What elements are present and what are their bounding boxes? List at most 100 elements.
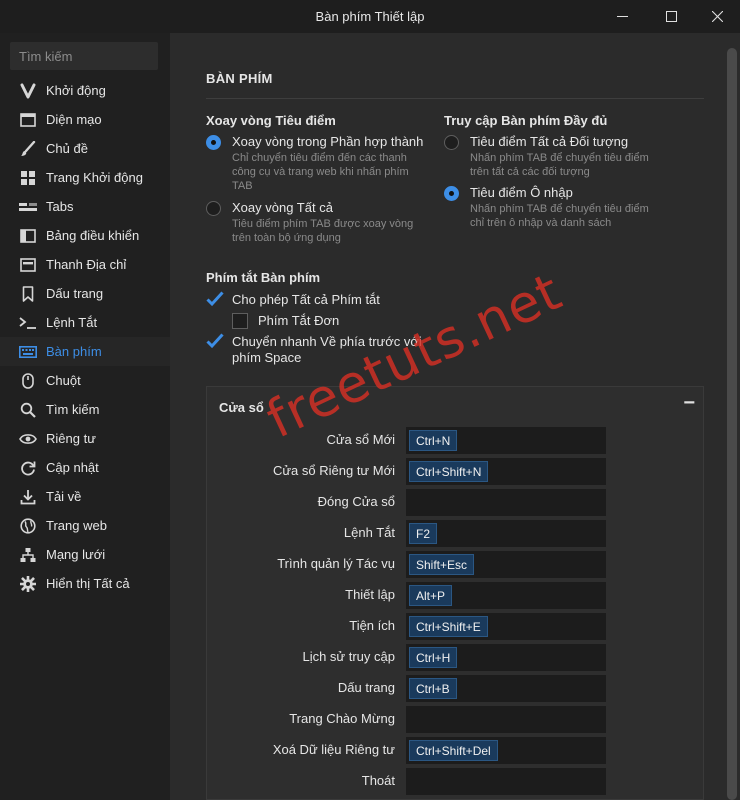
- search-input[interactable]: Tìm kiếm: [10, 42, 158, 70]
- close-icon: [711, 11, 723, 22]
- sidebar-item-updates[interactable]: Cập nhật: [0, 453, 170, 482]
- sidebar-item-label: Bàn phím: [46, 344, 102, 359]
- shortcut-field[interactable]: [406, 489, 606, 516]
- sidebar-item-webpages[interactable]: Trang web: [0, 511, 170, 540]
- sidebar-item-label: Tải về: [46, 489, 82, 504]
- collapse-button[interactable]: −: [683, 392, 695, 415]
- sidebar-item-label: Dấu trang: [46, 286, 104, 301]
- sidebar-item-mouse[interactable]: Chuột: [0, 366, 170, 395]
- divider: [206, 98, 704, 99]
- shortcut-chip[interactable]: Ctrl+H: [409, 647, 458, 668]
- radio-button[interactable]: [206, 201, 221, 216]
- vivaldi-icon: [18, 82, 38, 100]
- shortcut-chip[interactable]: Ctrl+Shift+Del: [409, 740, 498, 761]
- shortcut-label: Trình quản lý Tác vụ: [277, 556, 395, 571]
- globe-icon: [18, 517, 38, 535]
- brush-icon: [18, 140, 38, 158]
- shortcut-field[interactable]: Ctrl+Shift+E: [406, 613, 606, 640]
- shortcut-field[interactable]: [406, 768, 606, 795]
- sidebar-item-label: Cập nhật: [46, 460, 99, 475]
- shortcut-field[interactable]: [406, 706, 606, 733]
- shortcut-chip[interactable]: Ctrl+N: [409, 430, 458, 451]
- radio-cycle-composition[interactable]: Xoay vòng trong Phần hợp thành Chỉ chuyể…: [206, 134, 436, 192]
- sidebar-item-network[interactable]: Mạng lưới: [0, 540, 170, 569]
- sidebar-item-address-bar[interactable]: Thanh Địa chỉ: [0, 250, 170, 279]
- shortcut-row-bookmarks: Dấu trang Ctrl+B: [207, 675, 705, 702]
- shortcut-label: Lịch sử truy cập: [302, 649, 395, 664]
- sidebar-item-themes[interactable]: Chủ đề: [0, 134, 170, 163]
- network-icon: [18, 546, 38, 564]
- scrollbar[interactable]: [724, 33, 740, 800]
- sidebar-item-label: Khởi động: [46, 83, 106, 98]
- sidebar-item-bookmarks[interactable]: Dấu trang: [0, 279, 170, 308]
- sidebar-item-quick-commands[interactable]: Lệnh Tắt: [0, 308, 170, 337]
- sidebar-item-label: Bảng điều khiển: [46, 228, 140, 243]
- sidebar-item-panels[interactable]: Bảng điều khiển: [0, 221, 170, 250]
- window-icon: [18, 111, 38, 129]
- sidebar-item-downloads[interactable]: Tải về: [0, 482, 170, 511]
- shortcut-field[interactable]: Ctrl+N: [406, 427, 606, 454]
- single-key-shortcuts-checkbox[interactable]: [232, 313, 248, 329]
- scrollbar-thumb[interactable]: [727, 48, 737, 800]
- desc-line: Tiêu điểm phím TAB được xoay vòng: [232, 218, 414, 230]
- desc-line: TAB: [232, 180, 253, 192]
- shortcut-row-settings: Thiết lập Alt+P: [207, 582, 705, 609]
- shortcut-field[interactable]: F2: [406, 520, 606, 547]
- title-bar: Bàn phím Thiết lập: [0, 0, 740, 33]
- sidebar-item-start-page[interactable]: Trang Khởi động: [0, 163, 170, 192]
- checkmark-icon: [206, 333, 224, 349]
- sidebar-item-label: Chủ đề: [46, 141, 88, 156]
- sidebar-item-label: Trang Khởi động: [46, 170, 143, 185]
- radio-button[interactable]: [206, 135, 221, 150]
- shortcut-chip[interactable]: Ctrl+Shift+E: [409, 616, 488, 637]
- space-fast-forward-checkbox[interactable]: [206, 333, 224, 349]
- shortcut-label: Thoát: [361, 773, 395, 788]
- single-key-shortcuts-label: Phím Tắt Đơn: [258, 313, 340, 328]
- sidebar-item-keyboard[interactable]: Bàn phím: [0, 337, 170, 366]
- shortcut-label: Cửa sổ Mới: [326, 432, 395, 447]
- shortcut-field[interactable]: Alt+P: [406, 582, 606, 609]
- radio-button[interactable]: [444, 135, 459, 150]
- maximize-icon: [665, 11, 677, 22]
- maximize-button[interactable]: [648, 0, 694, 33]
- allow-all-shortcuts-checkbox[interactable]: [206, 291, 224, 307]
- shortcut-chip[interactable]: Alt+P: [409, 585, 453, 606]
- eye-icon: [18, 430, 38, 448]
- shortcut-chip[interactable]: F2: [409, 523, 438, 544]
- desc-line: công cụ và trang web khi nhấn phím: [232, 166, 409, 178]
- sidebar-item-startup[interactable]: Khởi động: [0, 76, 170, 105]
- sidebar-item-privacy[interactable]: Riêng tư: [0, 424, 170, 453]
- shortcut-field[interactable]: Ctrl+B: [406, 675, 606, 702]
- sidebar-item-label: Hiển thị Tất cả: [46, 576, 130, 591]
- shortcut-field[interactable]: Shift+Esc: [406, 551, 606, 578]
- option-label: Xoay vòng Tất cả: [232, 200, 333, 215]
- sidebar-item-tabs[interactable]: Tabs: [0, 192, 170, 221]
- sidebar-item-appearance[interactable]: Diện mạo: [0, 105, 170, 134]
- sidebar-item-show-all[interactable]: Hiển thị Tất cả: [0, 569, 170, 598]
- radio-cycle-all[interactable]: Xoay vòng Tất cả Tiêu điểm phím TAB được…: [206, 200, 436, 246]
- close-button[interactable]: [694, 0, 740, 33]
- settings-content: BÀN PHÍM Xoay vòng Tiêu điểm Xoay vòng t…: [170, 33, 724, 800]
- desc-line: trên toàn bộ ứng dụng: [232, 232, 341, 244]
- option-description: Nhấn phím TAB để chuyển tiêu điểm trên t…: [470, 151, 649, 179]
- shortcut-field[interactable]: Ctrl+Shift+Del: [406, 737, 606, 764]
- sidebar-item-search[interactable]: Tìm kiếm: [0, 395, 170, 424]
- radio-button[interactable]: [444, 186, 459, 201]
- shortcut-chip[interactable]: Ctrl+Shift+N: [409, 461, 489, 482]
- shortcut-label: Xoá Dữ liệu Riêng tư: [272, 742, 395, 757]
- shortcut-chip[interactable]: Shift+Esc: [409, 554, 475, 575]
- shortcut-label: Đóng Cửa sổ: [317, 494, 395, 509]
- option-label: Tiêu điểm Tất cả Đối tượng: [470, 134, 629, 149]
- option-description: Nhấn phím TAB để chuyển tiêu điểm chỉ tr…: [470, 202, 649, 230]
- radio-focus-all-objects[interactable]: Tiêu điểm Tất cả Đối tượng Nhấn phím TAB…: [444, 134, 674, 180]
- desc-line: Chỉ chuyển tiêu điểm đến các thanh: [232, 152, 407, 164]
- minimize-button[interactable]: [599, 0, 645, 33]
- shortcut-row-clear-private-data: Xoá Dữ liệu Riêng tư Ctrl+Shift+Del: [207, 737, 705, 764]
- radio-focus-inputs[interactable]: Tiêu điểm Ô nhập Nhấn phím TAB để chuyển…: [444, 185, 674, 231]
- shortcut-field[interactable]: Ctrl+H: [406, 644, 606, 671]
- shortcut-field[interactable]: Ctrl+Shift+N: [406, 458, 606, 485]
- sidebar-item-label: Riêng tư: [46, 431, 96, 446]
- shortcut-chip[interactable]: Ctrl+B: [409, 678, 457, 699]
- checkmark-icon: [206, 291, 224, 307]
- shortcut-row-close-window: Đóng Cửa sổ: [207, 489, 705, 516]
